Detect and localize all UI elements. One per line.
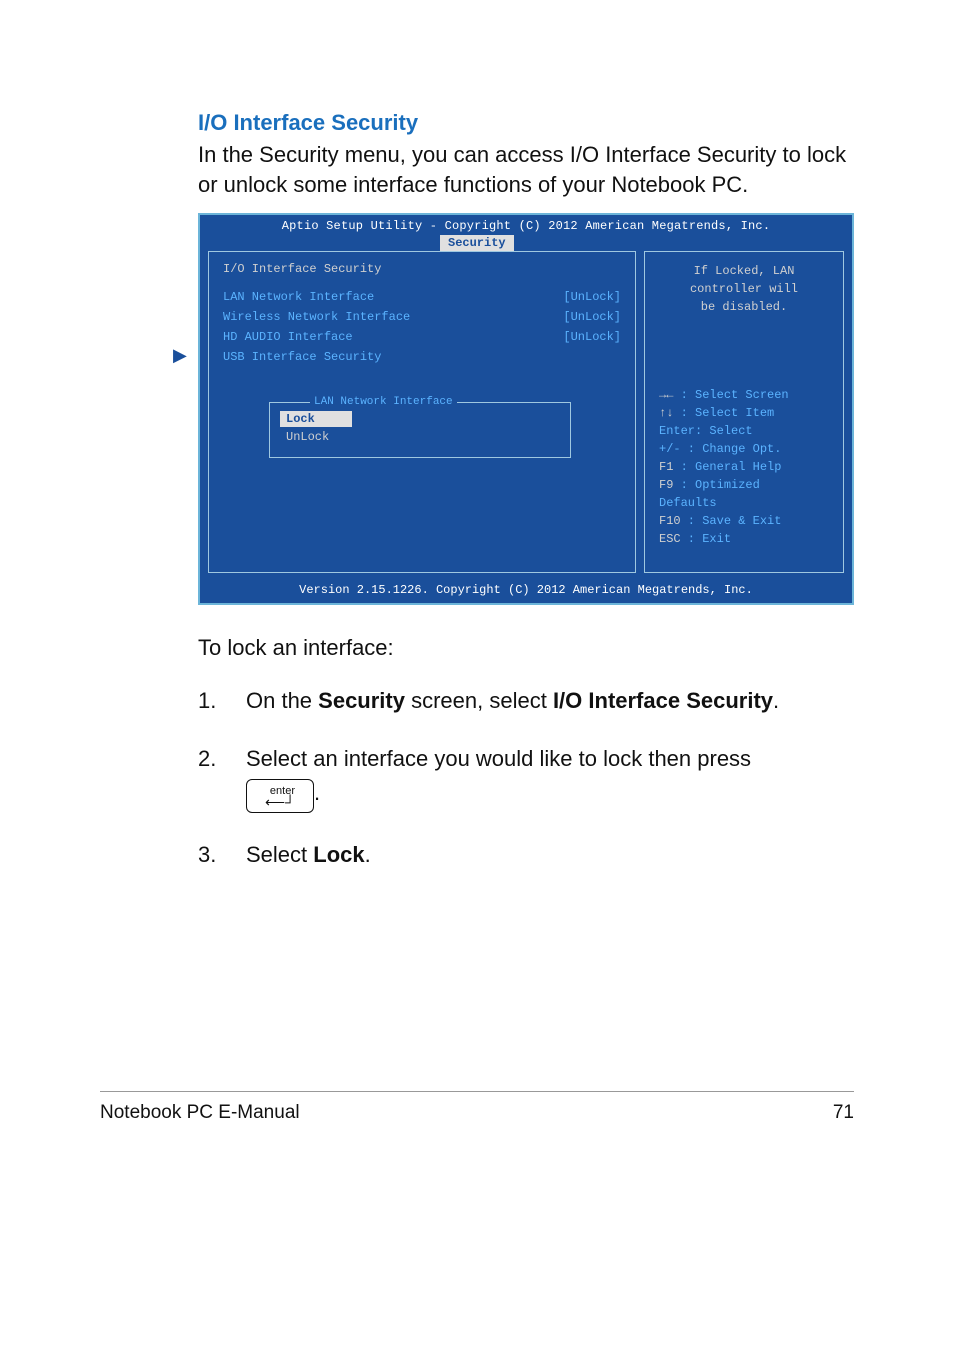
- bios-item-lan: LAN Network Interface [UnLock]: [223, 290, 621, 304]
- bios-tab-security: Security: [440, 235, 514, 251]
- bios-popup-option-lock: Lock: [280, 411, 352, 427]
- step-number: 1.: [198, 685, 246, 717]
- bios-panel-header: I/O Interface Security: [223, 262, 621, 276]
- bios-item-label: Wireless Network Interface: [223, 310, 410, 324]
- bios-help-line: be disabled.: [659, 298, 829, 316]
- bios-item-value: [UnLock]: [563, 310, 621, 324]
- bios-popup-title: LAN Network Interface: [310, 396, 457, 408]
- step-text: Select an interface you would like to lo…: [246, 743, 854, 813]
- instruction-heading: To lock an interface:: [198, 635, 854, 661]
- enter-key-icon: enter ⟵┘: [246, 779, 314, 813]
- bios-item-wireless: Wireless Network Interface [UnLock]: [223, 310, 621, 324]
- bios-key-hint: Enter: Select: [659, 422, 829, 440]
- bios-item-value: [UnLock]: [563, 290, 621, 304]
- bios-key-hint: ↑↓ : Select Item: [659, 404, 829, 422]
- bios-help-line: controller will: [659, 280, 829, 298]
- bios-key-hint: +/- : Change Opt.: [659, 440, 829, 458]
- bios-item-usb: USB Interface Security: [223, 350, 621, 364]
- section-heading: I/O Interface Security: [198, 110, 854, 136]
- bios-row-pointer-icon: ▶: [173, 345, 187, 366]
- step-2: 2. Select an interface you would like to…: [198, 743, 854, 813]
- page-number: 71: [833, 1102, 854, 1124]
- bios-screenshot: Aptio Setup Utility - Copyright (C) 2012…: [198, 213, 854, 605]
- bios-item-value: [UnLock]: [563, 330, 621, 344]
- step-number: 3.: [198, 839, 246, 871]
- bios-key-hint: →← : Select Screen: [659, 386, 829, 404]
- bios-popup-option-unlock: UnLock: [280, 429, 352, 445]
- step-text: On the Security screen, select I/O Inter…: [246, 685, 854, 717]
- bios-item-hdaudio: HD AUDIO Interface [UnLock]: [223, 330, 621, 344]
- step-number: 2.: [198, 743, 246, 813]
- bios-help-panel: If Locked, LAN controller will be disabl…: [644, 251, 844, 573]
- step-text: Select Lock.: [246, 839, 854, 871]
- intro-text: In the Security menu, you can access I/O…: [198, 140, 854, 199]
- page-footer: Notebook PC E-Manual 71: [100, 1091, 854, 1154]
- bios-footer: Version 2.15.1226. Copyright (C) 2012 Am…: [200, 581, 852, 603]
- bios-popup: LAN Network Interface Lock UnLock: [269, 402, 571, 458]
- bios-key-hint: Defaults: [659, 494, 829, 512]
- bios-key-hint: F9 : Optimized: [659, 476, 829, 494]
- step-3: 3. Select Lock.: [198, 839, 854, 871]
- bios-key-hint: ESC : Exit: [659, 530, 829, 548]
- bios-item-label: USB Interface Security: [223, 350, 381, 364]
- bios-key-hint: F10 : Save & Exit: [659, 512, 829, 530]
- bios-left-panel: I/O Interface Security LAN Network Inter…: [208, 251, 636, 573]
- bios-key-hint: F1 : General Help: [659, 458, 829, 476]
- bios-title: Aptio Setup Utility - Copyright (C) 2012…: [200, 215, 852, 233]
- bios-item-label: HD AUDIO Interface: [223, 330, 353, 344]
- footer-title: Notebook PC E-Manual: [100, 1102, 300, 1124]
- bios-help-line: If Locked, LAN: [659, 262, 829, 280]
- bios-item-label: LAN Network Interface: [223, 290, 374, 304]
- step-1: 1. On the Security screen, select I/O In…: [198, 685, 854, 717]
